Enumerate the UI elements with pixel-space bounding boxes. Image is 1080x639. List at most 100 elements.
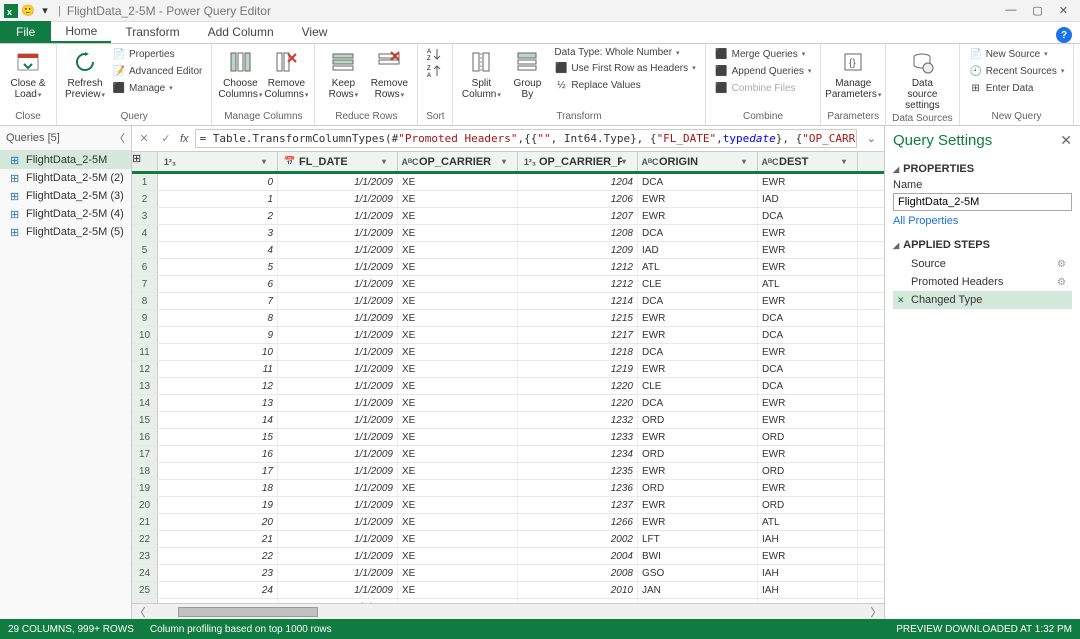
table-cell[interactable]: EWR: [758, 259, 858, 275]
table-cell[interactable]: ATL: [638, 259, 758, 275]
transform-tab[interactable]: Transform: [111, 21, 193, 43]
table-cell[interactable]: 1/1/2009: [278, 480, 398, 496]
table-cell[interactable]: 1220: [518, 378, 638, 394]
table-cell[interactable]: 19: [158, 497, 278, 513]
table-cell[interactable]: 24: [158, 582, 278, 598]
table-row[interactable]: 16151/1/2009XE1233EWRORD: [132, 429, 884, 446]
row-number[interactable]: 4: [132, 225, 158, 241]
table-row[interactable]: 22211/1/2009XE2002LFTIAH: [132, 531, 884, 548]
table-cell[interactable]: ORD: [638, 412, 758, 428]
table-row[interactable]: 761/1/2009XE1212CLEATL: [132, 276, 884, 293]
formula-accept-icon[interactable]: ✓: [158, 131, 174, 147]
table-cell[interactable]: EWR: [758, 344, 858, 360]
manage-parameters-button[interactable]: {} Manage Parameters▾: [831, 46, 875, 102]
table-cell[interactable]: ORD: [638, 480, 758, 496]
table-cell[interactable]: EWR: [758, 242, 858, 258]
row-number[interactable]: 14: [132, 395, 158, 411]
formula-expand-icon[interactable]: ⌄: [863, 132, 880, 145]
table-cell[interactable]: DCA: [758, 378, 858, 394]
column-filter-icon[interactable]: ▾: [382, 157, 394, 166]
row-number[interactable]: 15: [132, 412, 158, 428]
row-number[interactable]: 22: [132, 531, 158, 547]
table-cell[interactable]: 8: [158, 310, 278, 326]
table-cell[interactable]: XE: [398, 497, 518, 513]
gear-icon[interactable]: ⚙: [1057, 277, 1066, 288]
table-row[interactable]: 25241/1/2009XE2010JANIAH: [132, 582, 884, 599]
manage-button[interactable]: ⬛Manage▾: [109, 80, 205, 96]
table-cell[interactable]: DCA: [638, 225, 758, 241]
table-cell[interactable]: XE: [398, 548, 518, 564]
table-cell[interactable]: ORD: [638, 446, 758, 462]
row-number[interactable]: 23: [132, 548, 158, 564]
table-cell[interactable]: 18: [158, 480, 278, 496]
table-corner[interactable]: ⊞: [132, 152, 158, 171]
table-row[interactable]: 981/1/2009XE1215EWRDCA: [132, 310, 884, 327]
table-cell[interactable]: XE: [398, 191, 518, 207]
table-cell[interactable]: ORD: [758, 429, 858, 445]
table-cell[interactable]: DCA: [758, 327, 858, 343]
table-cell[interactable]: XE: [398, 412, 518, 428]
group-by-button[interactable]: Group By: [505, 46, 549, 102]
table-cell[interactable]: 15: [158, 429, 278, 445]
table-cell[interactable]: ATL: [758, 514, 858, 530]
table-row[interactable]: 13121/1/2009XE1220CLEDCA: [132, 378, 884, 395]
table-cell[interactable]: 1208: [518, 225, 638, 241]
table-cell[interactable]: 1212: [518, 259, 638, 275]
append-queries-button[interactable]: ⬛Append Queries▾: [712, 63, 815, 79]
row-number[interactable]: 16: [132, 429, 158, 445]
table-row[interactable]: 101/1/2009XE1204DCAEWR: [132, 174, 884, 191]
dropdown-icon[interactable]: ▾: [38, 4, 52, 18]
table-cell[interactable]: XE: [398, 514, 518, 530]
table-cell[interactable]: CLE: [638, 378, 758, 394]
table-cell[interactable]: 1/1/2009: [278, 174, 398, 190]
table-row[interactable]: 24231/1/2009XE2008GSOIAH: [132, 565, 884, 582]
table-cell[interactable]: 2004: [518, 548, 638, 564]
close-settings-icon[interactable]: ✕: [1060, 132, 1072, 149]
table-cell[interactable]: 12: [158, 378, 278, 394]
help-icon[interactable]: ?: [1056, 27, 1072, 43]
table-cell[interactable]: XE: [398, 565, 518, 581]
row-number[interactable]: 6: [132, 259, 158, 275]
column-type-icon[interactable]: 1²₃: [521, 155, 539, 169]
table-row[interactable]: 21201/1/2009XE1266EWRATL: [132, 514, 884, 531]
column-type-icon[interactable]: AᴮC: [401, 155, 419, 169]
table-cell[interactable]: EWR: [758, 225, 858, 241]
column-filter-icon[interactable]: ▾: [262, 157, 274, 166]
hscroll-left-icon[interactable]: 〈: [132, 604, 148, 620]
table-cell[interactable]: 1218: [518, 344, 638, 360]
keep-rows-button[interactable]: Keep Rows▾: [321, 46, 365, 102]
row-number[interactable]: 2: [132, 191, 158, 207]
column-header[interactable]: 1²₃OP_CARRIER_FL_NUM▾: [518, 152, 638, 171]
column-filter-icon[interactable]: ▾: [842, 157, 854, 166]
query-item[interactable]: ⊞FlightData_2-5M (3): [0, 187, 131, 205]
table-cell[interactable]: XE: [398, 208, 518, 224]
table-cell[interactable]: IAH: [758, 531, 858, 547]
table-cell[interactable]: XE: [398, 446, 518, 462]
table-row[interactable]: 19181/1/2009XE1236ORDEWR: [132, 480, 884, 497]
table-cell[interactable]: 10: [158, 344, 278, 360]
close-window-icon[interactable]: ✕: [1059, 4, 1068, 17]
hscroll-right-icon[interactable]: 〉: [868, 604, 884, 620]
table-cell[interactable]: 17: [158, 463, 278, 479]
table-cell[interactable]: 14: [158, 412, 278, 428]
advanced-editor-button[interactable]: 📝Advanced Editor: [109, 63, 205, 79]
row-number[interactable]: 21: [132, 514, 158, 530]
table-cell[interactable]: XE: [398, 531, 518, 547]
table-cell[interactable]: IAD: [638, 242, 758, 258]
maximize-icon[interactable]: ▢: [1032, 4, 1042, 17]
table-cell[interactable]: 4: [158, 242, 278, 258]
table-cell[interactable]: XE: [398, 225, 518, 241]
table-cell[interactable]: EWR: [638, 429, 758, 445]
table-row[interactable]: 20191/1/2009XE1237EWRORD: [132, 497, 884, 514]
table-cell[interactable]: 1/1/2009: [278, 276, 398, 292]
row-number[interactable]: 25: [132, 582, 158, 598]
steps-triangle-icon[interactable]: ◢: [893, 241, 899, 250]
query-name-input[interactable]: [893, 193, 1072, 211]
table-cell[interactable]: 1/1/2009: [278, 565, 398, 581]
table-cell[interactable]: 1237: [518, 497, 638, 513]
table-row[interactable]: 211/1/2009XE1206EWRIAD: [132, 191, 884, 208]
table-cell[interactable]: 1/1/2009: [278, 208, 398, 224]
fx-icon[interactable]: fx: [180, 133, 189, 145]
replace-values-button[interactable]: ½Replace Values: [551, 77, 698, 93]
table-cell[interactable]: XE: [398, 582, 518, 598]
